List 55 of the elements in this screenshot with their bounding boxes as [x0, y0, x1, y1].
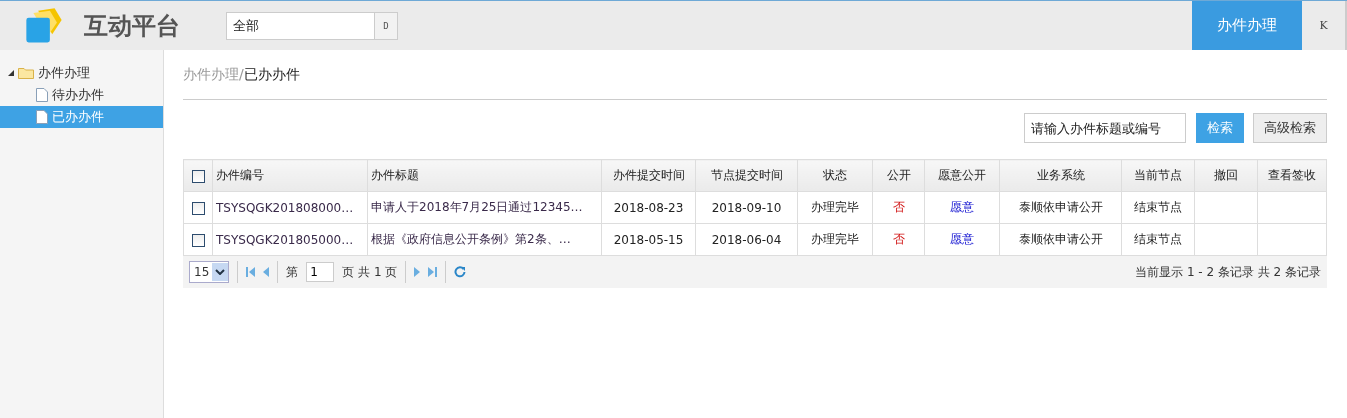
table-cell: 2018-06-04	[711, 232, 782, 247]
refresh-icon[interactable]	[454, 266, 467, 278]
column-header: 业务系统	[999, 159, 1122, 192]
search-button[interactable]: 高级检索	[1253, 113, 1327, 143]
page-label: 第	[286, 263, 299, 281]
table-cell: 否	[892, 200, 905, 214]
column-header: 愿意公开	[924, 159, 1000, 192]
table-cell: 2018-08-23	[613, 200, 684, 215]
table-cell: 愿意	[950, 232, 974, 246]
column-header: 状态	[797, 159, 873, 192]
expand-icon	[8, 70, 14, 76]
column-header: 公开	[872, 159, 925, 192]
column-header: 办件编号	[212, 159, 368, 192]
caret-icon	[215, 269, 226, 275]
table-cell: 根据《政府信息公开条例》第2条、…	[371, 232, 571, 246]
page-field[interactable]: 1	[306, 262, 335, 282]
next-page-icon[interactable]	[414, 267, 421, 277]
checkbox[interactable]	[191, 233, 205, 247]
notes-logo-icon	[24, 7, 64, 44]
column-header: 当前节点	[1121, 159, 1195, 192]
table-cell: 2018-05-15	[613, 232, 684, 247]
table-cell: 申请人于2018年7月25日通过12345…	[371, 200, 583, 214]
column-header: 节点提交时间	[695, 159, 798, 192]
page-total: 页 共 1 页	[342, 263, 398, 281]
page-size-select[interactable]: 15	[189, 261, 230, 283]
document-icon	[36, 110, 48, 124]
folder-icon	[18, 67, 34, 79]
breadcrumb-current: 已办办件	[243, 66, 300, 84]
checkbox[interactable]	[191, 201, 205, 215]
table-cell: 办理完毕	[811, 200, 859, 214]
column-header: 撤回	[1194, 159, 1258, 192]
tree-node[interactable]: 办件办理	[0, 62, 163, 84]
last-page-icon[interactable]	[428, 267, 438, 277]
previous-page-icon[interactable]	[263, 267, 270, 277]
record-summary: 当前显示 1 - 2 条记录 共 2 条记录	[1135, 263, 1321, 281]
column-header: 查看签收	[1257, 159, 1327, 192]
scope-select[interactable]: 全部 D	[226, 11, 398, 40]
column-header: 办件提交时间	[601, 159, 696, 192]
table-cell: 结束节点	[1134, 200, 1182, 214]
document-icon	[36, 88, 48, 102]
first-page-icon[interactable]	[246, 267, 256, 277]
search-field[interactable]: 请输入办件标题或编号	[1024, 113, 1186, 143]
tree-node[interactable]: 待办办件	[0, 84, 163, 106]
app-title: 互动平台	[84, 10, 181, 42]
table-cell: 泰顺依申请公开	[1018, 200, 1103, 214]
checkbox[interactable]	[191, 169, 205, 183]
table-cell: 否	[892, 232, 905, 246]
table-cell: 办理完毕	[811, 232, 859, 246]
table-cell: 愿意	[950, 200, 974, 214]
table-cell: 泰顺依申请公开	[1018, 232, 1103, 246]
table-cell: 2018-09-10	[711, 200, 782, 215]
table-cell: 结束节点	[1134, 232, 1182, 246]
table-cell: TSYSQGK201808000…	[216, 200, 354, 215]
table-cell: TSYSQGK201805000…	[216, 232, 354, 247]
column-header: 办件标题	[367, 159, 602, 192]
